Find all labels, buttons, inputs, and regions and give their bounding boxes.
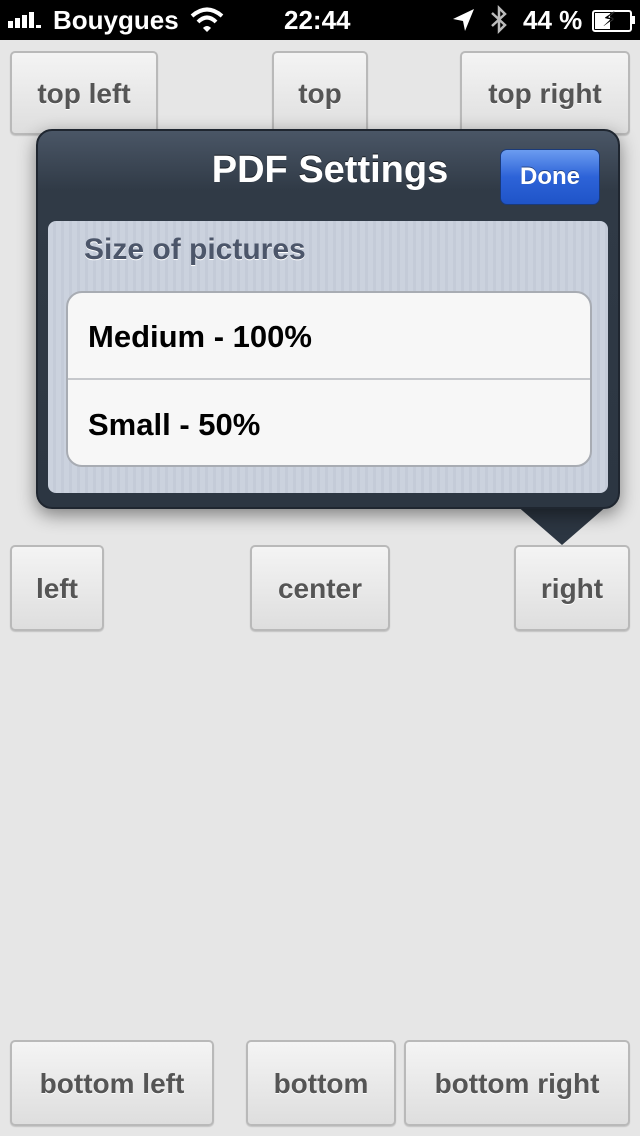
top-left-button[interactable]: top left: [10, 51, 158, 135]
bottom-button[interactable]: bottom: [246, 1040, 396, 1126]
screen: Bouygues 22:44 44 % ⚡ top left top top r…: [0, 0, 640, 1136]
battery-percentage: 44 %: [523, 5, 583, 35]
left-button[interactable]: left: [10, 545, 104, 631]
bottom-left-button[interactable]: bottom left: [10, 1040, 214, 1126]
done-button[interactable]: Done: [500, 149, 600, 205]
popover-arrow: [516, 505, 608, 545]
wifi-icon: [190, 0, 224, 40]
bluetooth-icon: [488, 0, 510, 40]
center-button[interactable]: center: [250, 545, 390, 631]
picture-size-options: Medium - 100% Small - 50%: [66, 291, 592, 467]
top-right-button[interactable]: top right: [460, 51, 630, 135]
signal-icon: [8, 0, 43, 40]
location-arrow-icon: [450, 0, 476, 40]
right-button[interactable]: right: [514, 545, 630, 631]
bottom-right-button[interactable]: bottom right: [404, 1040, 630, 1126]
clock: 22:44: [284, 5, 351, 35]
pdf-settings-popover: PDF Settings Done Size of pictures Mediu…: [36, 129, 620, 509]
top-button[interactable]: top: [272, 51, 368, 135]
option-medium[interactable]: Medium - 100%: [68, 293, 590, 380]
popover-content: Size of pictures Medium - 100% Small - 5…: [48, 221, 608, 493]
option-small[interactable]: Small - 50%: [68, 381, 590, 465]
section-header-size-of-pictures: Size of pictures: [84, 233, 306, 266]
carrier-name: Bouygues: [53, 5, 179, 35]
status-bar: Bouygues 22:44 44 % ⚡: [0, 0, 640, 40]
